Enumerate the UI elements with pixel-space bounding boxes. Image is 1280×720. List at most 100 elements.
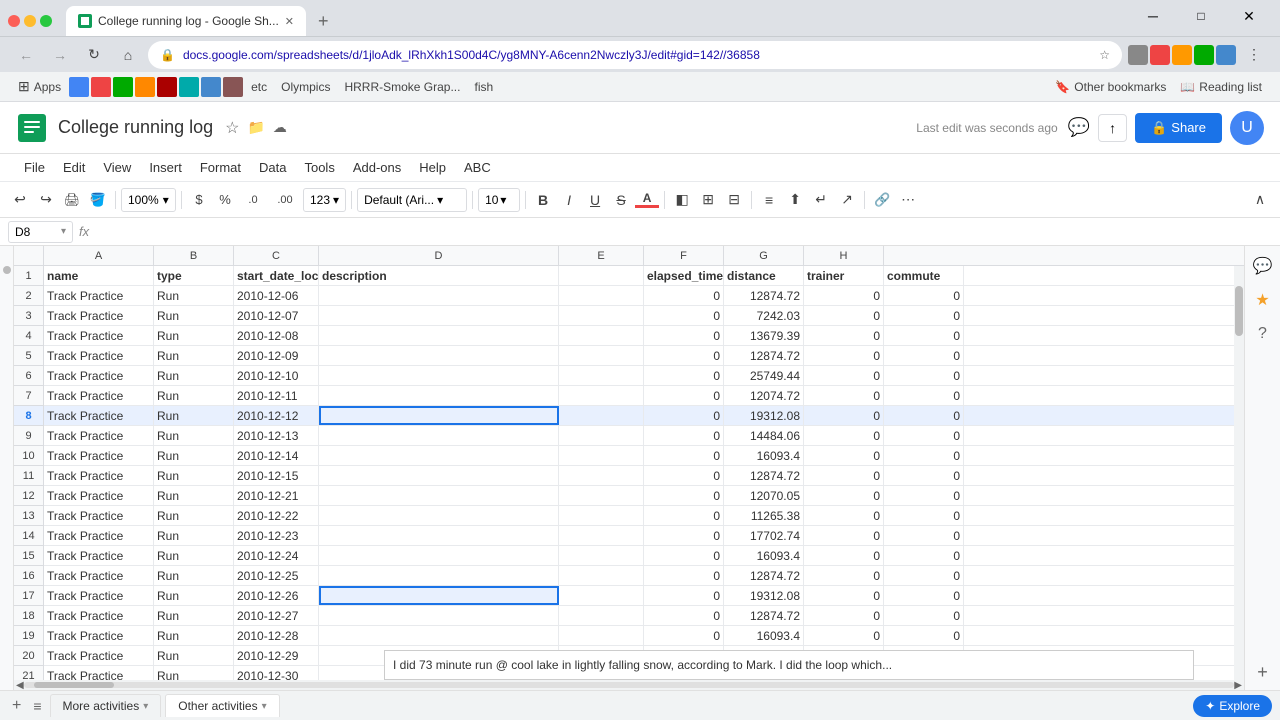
cell-trainer[interactable]: 0 <box>804 386 884 405</box>
address-bar[interactable]: 🔒 docs.google.com/spreadsheets/d/1jloAdk… <box>148 41 1122 69</box>
cell-date[interactable]: 2010-12-25 <box>234 566 319 585</box>
col-header-c[interactable]: C <box>234 246 319 265</box>
cell-commute[interactable]: 0 <box>884 386 964 405</box>
cell-distance[interactable]: 7242.03 <box>724 306 804 325</box>
back-btn[interactable]: ← <box>12 41 40 69</box>
cell-description[interactable] <box>319 326 559 345</box>
cell-description[interactable] <box>319 506 559 525</box>
cell-date[interactable]: 2010-12-13 <box>234 426 319 445</box>
print-btn[interactable]: 🖨 <box>60 188 84 212</box>
cell-elapsed[interactable]: 0 <box>644 306 724 325</box>
forward-btn[interactable]: → <box>46 41 74 69</box>
cell-elapsed[interactable]: 0 <box>644 286 724 305</box>
bookmark-8[interactable] <box>201 77 221 97</box>
cell-elapsed[interactable]: 0 <box>644 626 724 645</box>
cell-elapsed[interactable]: 0 <box>644 326 724 345</box>
cell-distance[interactable]: 12874.72 <box>724 346 804 365</box>
cell-elapsed[interactable]: 0 <box>644 566 724 585</box>
cell-type[interactable]: Run <box>154 626 234 645</box>
cell-trainer[interactable]: 0 <box>804 566 884 585</box>
col-header-a[interactable]: A <box>44 246 154 265</box>
star-icon[interactable]: ☆ <box>225 118 239 138</box>
cell-trainer[interactable]: 0 <box>804 606 884 625</box>
cell-name[interactable]: Track Practice <box>44 306 154 325</box>
bookmark-3[interactable] <box>91 77 111 97</box>
h-scroll-left[interactable]: ◀ <box>16 680 24 691</box>
italic-btn[interactable]: I <box>557 188 581 212</box>
tab-more-activities[interactable]: More activities ▾ <box>50 694 162 717</box>
strikethrough-btn[interactable]: S <box>609 188 633 212</box>
cell-trainer[interactable]: 0 <box>804 526 884 545</box>
cell-distance[interactable]: 19312.08 <box>724 586 804 605</box>
cell-date[interactable]: 2010-12-14 <box>234 446 319 465</box>
cell-commute[interactable]: 0 <box>884 566 964 585</box>
vertical-scrollbar[interactable] <box>1234 266 1244 680</box>
cell-distance[interactable]: 13679.39 <box>724 326 804 345</box>
resize-handle-left[interactable] <box>3 266 11 274</box>
cell-trainer[interactable]: 0 <box>804 346 884 365</box>
cell-distance[interactable]: 12874.72 <box>724 286 804 305</box>
font-size-dropdown[interactable]: 10▾ <box>478 188 520 212</box>
cell-e[interactable] <box>559 526 644 545</box>
folder-icon[interactable]: 📁 <box>247 119 264 136</box>
cell-elapsed[interactable]: 0 <box>644 346 724 365</box>
cell-trainer[interactable]: 0 <box>804 486 884 505</box>
cell-distance[interactable]: 12874.72 <box>724 606 804 625</box>
sidebar-chat-icon[interactable]: 💬 <box>1249 252 1277 280</box>
cell-date[interactable]: 2010-12-27 <box>234 606 319 625</box>
cell-trainer[interactable]: 0 <box>804 586 884 605</box>
col-header-g[interactable]: G <box>724 246 804 265</box>
cell-type[interactable]: Run <box>154 366 234 385</box>
cell-elapsed[interactable]: 0 <box>644 426 724 445</box>
cell-type[interactable]: Run <box>154 426 234 445</box>
cell-distance[interactable]: 12074.72 <box>724 386 804 405</box>
cell-e[interactable] <box>559 606 644 625</box>
cell-type[interactable]: Run <box>154 546 234 565</box>
collapse-toolbar-btn[interactable]: ∧ <box>1248 188 1272 212</box>
col-header-h[interactable]: H <box>804 246 884 265</box>
cell-commute[interactable]: 0 <box>884 426 964 445</box>
sidebar-star-icon[interactable]: ★ <box>1249 286 1277 314</box>
active-tab[interactable]: College running log - Google Sh... ✕ <box>66 6 306 36</box>
cell-date[interactable]: 2010-12-15 <box>234 466 319 485</box>
currency-btn[interactable]: $ <box>187 188 211 212</box>
fill-color-btn[interactable]: ◧ <box>670 188 694 212</box>
cell-distance[interactable]: 14484.06 <box>724 426 804 445</box>
cell-description[interactable] <box>319 386 559 405</box>
more-toolbar-btn[interactable]: ⋯ <box>896 188 920 212</box>
apps-bookmark[interactable]: ⊞ Apps <box>12 75 67 98</box>
cell-elapsed[interactable]: 0 <box>644 406 724 425</box>
col-header-e[interactable]: E <box>559 246 644 265</box>
cell-commute[interactable]: 0 <box>884 346 964 365</box>
cell-name[interactable]: Track Practice <box>44 506 154 525</box>
menu-abc[interactable]: ABC <box>456 157 499 178</box>
cell-elapsed[interactable]: 0 <box>644 386 724 405</box>
cell-date[interactable]: 2010-12-11 <box>234 386 319 405</box>
cell-description[interactable] <box>319 446 559 465</box>
cell-date[interactable]: 2010-12-30 <box>234 666 319 680</box>
explore-btn[interactable]: ✦ Explore <box>1193 695 1272 717</box>
dec-dec-btn[interactable]: .0 <box>239 188 267 212</box>
cell-name[interactable]: Track Practice <box>44 586 154 605</box>
cell-type[interactable]: Run <box>154 566 234 585</box>
cell-type[interactable]: Run <box>154 306 234 325</box>
cell-distance[interactable]: 17702.74 <box>724 526 804 545</box>
cell-trainer[interactable]: 0 <box>804 466 884 485</box>
bookmark-olympics[interactable]: Olympics <box>275 77 336 97</box>
cell-type[interactable]: Run <box>154 326 234 345</box>
cell-elapsed[interactable]: 0 <box>644 466 724 485</box>
cell-description[interactable] <box>319 526 559 545</box>
cell-name[interactable]: Track Practice <box>44 606 154 625</box>
cell-description[interactable] <box>319 306 559 325</box>
cell-commute[interactable]: 0 <box>884 526 964 545</box>
bookmark-fish[interactable]: fish <box>468 77 499 97</box>
cloud-icon[interactable]: ☁ <box>273 119 287 136</box>
cell-name[interactable]: Track Practice <box>44 426 154 445</box>
undo-btn[interactable]: ↩ <box>8 188 32 212</box>
cell-commute[interactable]: 0 <box>884 286 964 305</box>
cell-e[interactable] <box>559 586 644 605</box>
cell-distance[interactable]: 12874.72 <box>724 466 804 485</box>
cell-commute[interactable]: 0 <box>884 546 964 565</box>
cell-e[interactable] <box>559 466 644 485</box>
menu-format[interactable]: Format <box>192 157 249 178</box>
